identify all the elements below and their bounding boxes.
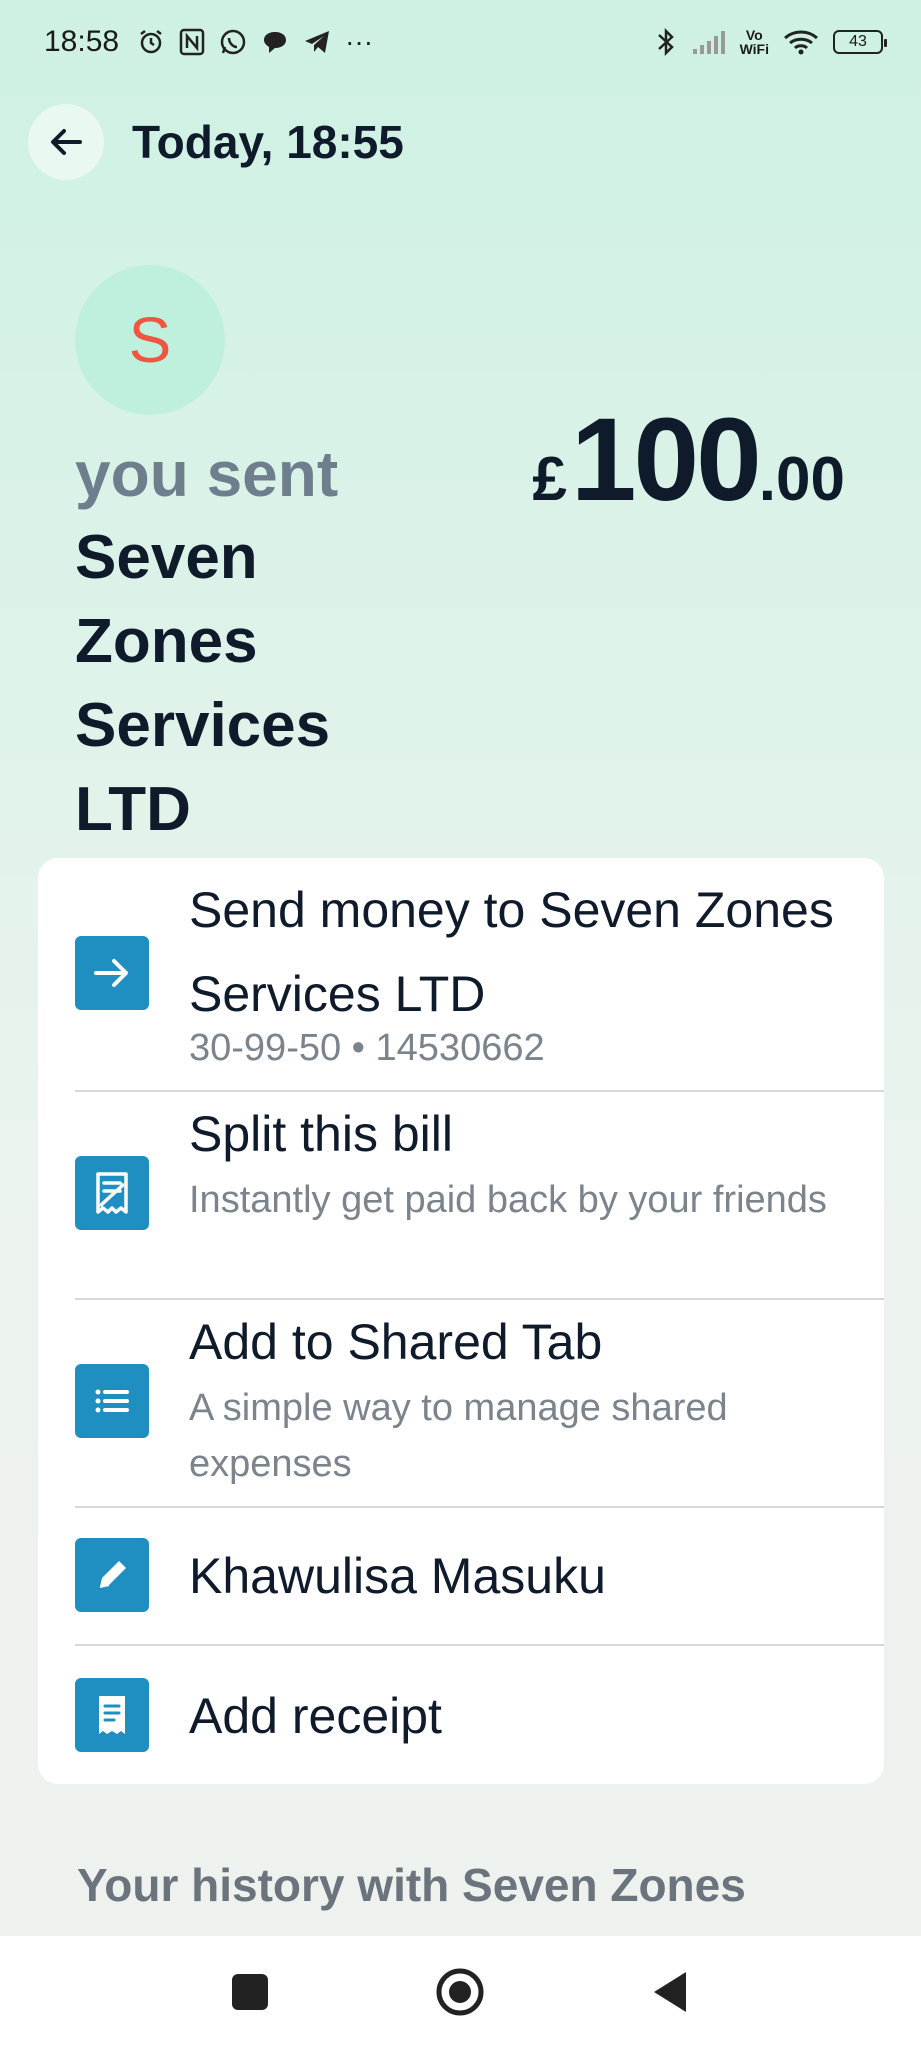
vowifi-bottom: WiFi	[739, 41, 769, 57]
list-icon	[75, 1364, 149, 1438]
sent-label: you sent	[75, 438, 339, 510]
arrow-right-icon	[75, 936, 149, 1010]
action-title: Add to Shared Tab	[189, 1314, 603, 1370]
recents-button[interactable]	[220, 1962, 280, 2022]
action-send-money[interactable]: Send money to Seven Zones Services LTD 3…	[38, 858, 884, 1090]
action-title: Split this bill	[189, 1106, 453, 1162]
history-title: Your history with Seven Zones	[77, 1859, 746, 1911]
battery-icon: 43	[833, 30, 887, 54]
status-bar: 18:58 ··· Vo WiFi 43	[0, 0, 921, 84]
back-button[interactable]	[28, 104, 104, 180]
chat-icon	[261, 28, 289, 56]
circle-icon	[436, 1968, 484, 2016]
nfc-icon	[179, 28, 205, 56]
telegram-icon	[303, 28, 331, 56]
action-split-bill[interactable]: Split this bill Instantly get paid back …	[38, 1092, 884, 1298]
signal-icon	[692, 29, 726, 55]
arrow-left-icon	[51, 129, 82, 155]
action-title: Send money to Seven Zones Services LTD	[189, 882, 834, 1022]
action-add-receipt[interactable]: Add receipt	[38, 1646, 884, 1784]
amount-currency: £	[532, 445, 567, 514]
amount: £ 100 .00	[532, 392, 845, 528]
amount-major: 100	[570, 394, 762, 526]
header: Today, 18:55	[28, 104, 404, 180]
action-subtitle: A simple way to manage shared expenses	[189, 1387, 728, 1485]
whatsapp-icon	[219, 28, 247, 56]
action-shared-tab[interactable]: Add to Shared Tab A simple way to manage…	[38, 1300, 884, 1506]
status-bar-left: 18:58 ···	[44, 25, 373, 59]
action-title: Add receipt	[189, 1688, 442, 1744]
wifi-icon	[783, 28, 819, 56]
action-note[interactable]: Khawulisa Masuku	[38, 1508, 884, 1644]
vowifi-top: Vo	[745, 27, 763, 43]
vowifi-icon: Vo WiFi	[740, 28, 769, 56]
action-subtitle: 30-99-50 • 14530662	[189, 1027, 545, 1069]
page-title: Today, 18:55	[132, 116, 404, 168]
action-title: Khawulisa Masuku	[189, 1548, 606, 1604]
actions-card: Send money to Seven Zones Services LTD 3…	[38, 858, 884, 1784]
home-button[interactable]	[430, 1962, 490, 2022]
bluetooth-icon	[654, 27, 678, 57]
avatar: S	[75, 265, 225, 415]
action-subtitle: Instantly get paid back by your friends	[189, 1179, 827, 1221]
more-icon: ···	[345, 26, 374, 57]
pencil-icon	[75, 1538, 149, 1612]
status-time: 18:58	[44, 25, 120, 58]
triangle-back-icon	[654, 1972, 686, 2012]
merchant-name: Seven Zones Services LTD	[75, 523, 331, 844]
back-nav-button[interactable]	[640, 1962, 700, 2022]
split-bill-icon	[75, 1156, 149, 1230]
amount-minor: .00	[758, 445, 845, 514]
receipt-icon	[75, 1678, 149, 1752]
status-bar-right: Vo WiFi 43	[654, 27, 887, 57]
square-icon	[232, 1974, 268, 2010]
navigation-bar	[0, 1936, 921, 2048]
alarm-icon	[137, 28, 165, 56]
